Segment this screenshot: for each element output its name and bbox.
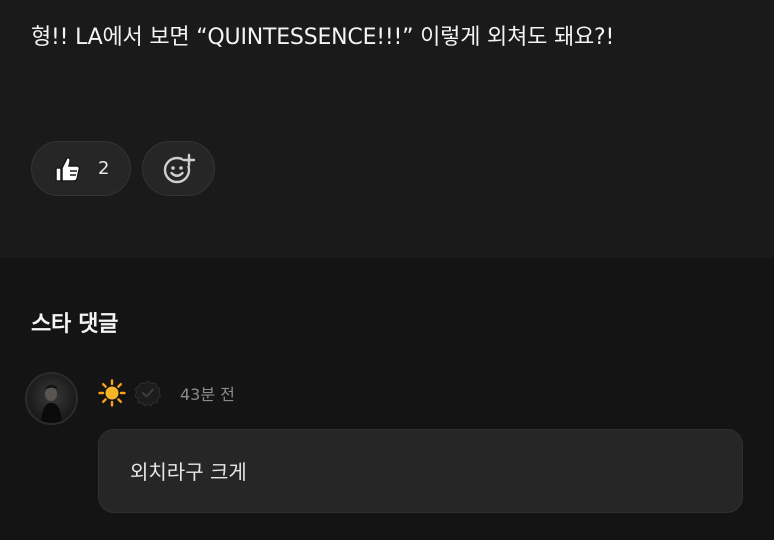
like-count: 2	[98, 158, 110, 179]
comment-meta: 43분 전	[98, 378, 235, 408]
add-reaction-button[interactable]	[142, 141, 215, 196]
comment-text: 외치라구 크게	[130, 460, 247, 484]
comments-title: 스타 댓글	[31, 312, 119, 337]
thumbs-up-icon	[52, 154, 82, 184]
comment-bubble: 외치라구 크게	[98, 429, 743, 513]
post-text: 형!! LA에서 보면 “QUINTESSENCE!!!” 이렇게 외쳐도 돼요…	[31, 25, 615, 50]
sun-icon	[98, 379, 126, 407]
reaction-bar: 2	[31, 141, 215, 196]
like-button[interactable]: 2	[31, 141, 131, 196]
avatar[interactable]	[25, 372, 78, 425]
comment-time: 43분 전	[180, 385, 235, 404]
page: 형!! LA에서 보면 “QUINTESSENCE!!!” 이렇게 외쳐도 돼요…	[0, 0, 774, 540]
add-reaction-smiley-icon	[161, 151, 197, 187]
star-comments-section: 스타 댓글 43분 전 외치라구 크게	[0, 258, 774, 540]
post-section: 형!! LA에서 보면 “QUINTESSENCE!!!” 이렇게 외쳐도 돼요…	[0, 0, 774, 258]
verified-badge-icon	[134, 379, 162, 407]
